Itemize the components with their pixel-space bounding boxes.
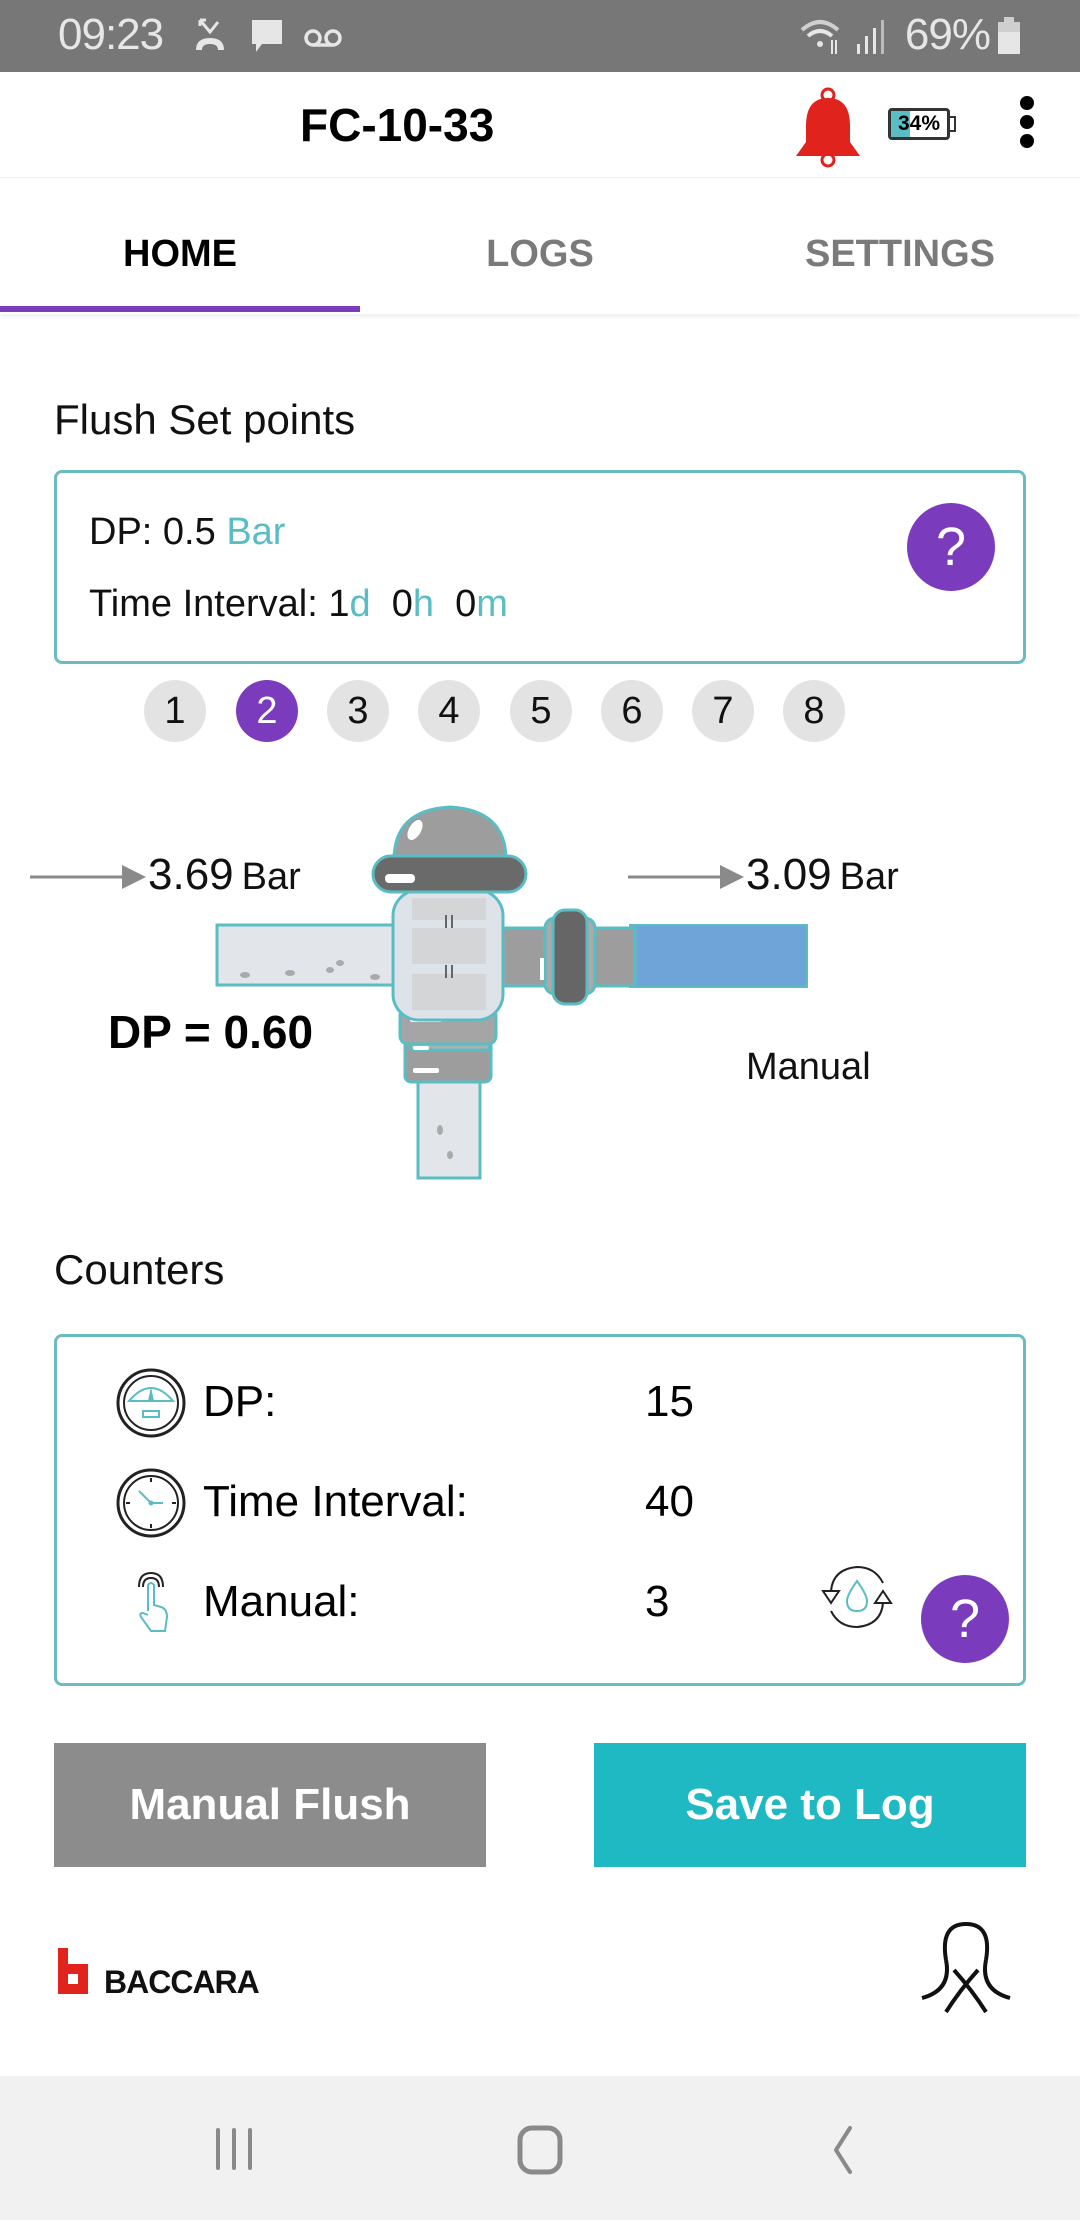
manual-flush-button[interactable]: Manual Flush: [54, 1743, 486, 1867]
home-icon[interactable]: [500, 2116, 580, 2182]
inlet-pipe: [215, 923, 399, 987]
setpoint-dp-row: DP: 0.5 Bar: [89, 511, 285, 554]
drain-pipe: [416, 1078, 482, 1180]
touch-hand-icon: [138, 1571, 169, 1632]
counter-dp-value: 15: [645, 1377, 694, 1426]
inlet-pressure-unit: Bar: [241, 856, 301, 898]
counters-title: Counters: [54, 1246, 225, 1293]
outlet-arrow-icon: [628, 865, 744, 889]
wifi-icon: [800, 20, 840, 54]
voicemail-icon: [304, 29, 342, 47]
device-battery-nub: [950, 116, 956, 132]
brand-name: BACCARA: [104, 1964, 260, 2000]
station-6-button[interactable]: 6: [601, 680, 663, 742]
counter-manual-value: 3: [645, 1577, 670, 1626]
setpoint-dp-unit: Bar: [226, 511, 286, 553]
signal-icon: [857, 20, 884, 54]
device-title: FC-10-33: [300, 99, 495, 151]
tab-logs[interactable]: LOGS: [360, 178, 720, 314]
missed-call-icon: [196, 18, 224, 50]
station-7-button[interactable]: 7: [692, 680, 754, 742]
more-vertical-icon[interactable]: [1012, 96, 1042, 156]
outlet-pressure-value: 3.09: [746, 850, 832, 899]
app-bar: FC-10-33 34%: [0, 72, 1080, 178]
device-battery-label: 34%: [897, 112, 941, 135]
outlet-connector: [498, 908, 637, 1006]
pressure-gauge-icon: [116, 1368, 186, 1438]
counter-row-interval: Time Interval: 40: [57, 1463, 1023, 1543]
save-to-log-button[interactable]: Save to Log: [594, 1743, 1026, 1867]
inlet-pressure: 3.69 Bar: [148, 850, 301, 900]
inlet-arrow-icon: [30, 865, 146, 889]
setpoint-interval-row: Time Interval: 1d 0h 0m: [89, 583, 508, 626]
setpoint-dp-value: 0.5: [162, 511, 216, 553]
setpoint-interval-label: Time Interval:: [89, 583, 318, 625]
counter-interval-label: Time Interval:: [203, 1477, 468, 1526]
counters-help-button[interactable]: ?: [921, 1575, 1009, 1663]
setpoints-card[interactable]: DP: 0.5 Bar Time Interval: 1d 0h 0m ?: [54, 470, 1026, 664]
station-8-button[interactable]: 8: [783, 680, 845, 742]
setpoint-interval-days: 1: [328, 583, 350, 625]
minutes-unit: m: [476, 583, 508, 625]
recent-apps-icon[interactable]: [196, 2116, 276, 2182]
baccara-logo-icon: [58, 1948, 88, 1994]
status-bar: 09:23 69%: [0, 0, 1080, 72]
status-time: 09:23: [58, 10, 164, 59]
tab-bar: HOME LOGS SETTINGS: [0, 178, 1080, 314]
counter-interval-value: 40: [645, 1477, 694, 1526]
filter-body: [391, 888, 505, 1022]
system-nav-bar: [0, 2076, 1080, 2220]
back-icon[interactable]: [800, 2116, 880, 2182]
setpoints-help-button[interactable]: ?: [907, 503, 995, 591]
station-1-button[interactable]: 1: [144, 680, 206, 742]
water-cycle-icon[interactable]: [819, 1563, 895, 1631]
battery-icon: [998, 17, 1020, 54]
counter-manual-label: Manual:: [203, 1577, 360, 1626]
outlet-pressure-unit: Bar: [839, 856, 899, 898]
counters-card: DP: 15 Time Interval: 40 Manual: 3 ?: [54, 1334, 1026, 1686]
station-4-button[interactable]: 4: [418, 680, 480, 742]
station-2-button[interactable]: 2: [236, 680, 298, 742]
setpoint-interval-minutes: 0: [455, 583, 477, 625]
station-3-button[interactable]: 3: [327, 680, 389, 742]
filter-cap: [371, 805, 528, 894]
message-icon: [252, 20, 282, 52]
outlet-pipe: [629, 924, 808, 988]
station-5-button[interactable]: 5: [510, 680, 572, 742]
hours-unit: h: [412, 583, 435, 625]
dp-readout: DP = 0.60: [108, 1006, 314, 1058]
device-battery-indicator: 34%: [888, 108, 950, 140]
counter-dp-label: DP:: [203, 1377, 277, 1426]
setpoint-dp-label: DP:: [89, 511, 153, 553]
partner-logo-icon: [921, 1921, 1011, 2014]
inlet-pressure-value: 3.69: [148, 850, 234, 899]
outlet-pressure: 3.09 Bar: [746, 850, 899, 900]
tab-home[interactable]: HOME: [0, 178, 360, 314]
days-unit: d: [349, 583, 371, 625]
tab-settings[interactable]: SETTINGS: [720, 178, 1080, 314]
phone-battery-percent: 69%: [904, 10, 991, 59]
station-selector: 1 2 3 4 5 6 7 8: [0, 680, 1080, 742]
counter-row-dp: DP: 15: [57, 1363, 1023, 1443]
setpoint-interval-hours: 0: [391, 583, 413, 625]
setpoints-title: Flush Set points: [54, 396, 356, 443]
flush-mode-label: Manual: [746, 1046, 871, 1088]
alarm-bell-icon[interactable]: [790, 86, 866, 168]
active-tab-indicator: [0, 306, 360, 312]
clock-icon: [116, 1468, 186, 1538]
